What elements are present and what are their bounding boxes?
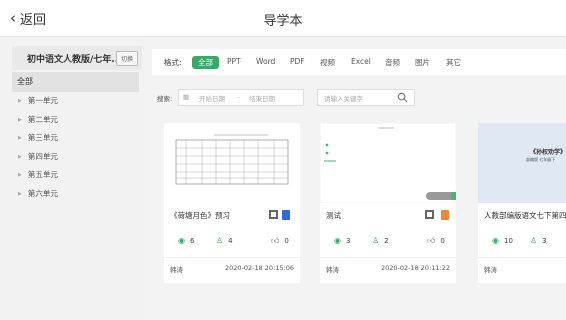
tree-item-unit[interactable]: ▶ 第二单元	[12, 111, 139, 130]
unit-label: 第一单元	[27, 96, 58, 105]
card-date: 2020-02-18 20:11:22	[380, 264, 450, 272]
card-divider	[164, 257, 300, 258]
book-selector: 初中语文人教版/七年... 切换	[12, 46, 142, 70]
unit-label: 第四单元	[27, 151, 58, 161]
keyword-placeholder: 请输入关键字	[324, 95, 363, 103]
tree-item-unit[interactable]: ▶ 第五单元	[12, 166, 139, 185]
resource-card[interactable]: 《荷塘月色》预习 ◉ 6 ♙ 4 👍︎ 0 韩涛 2020-02-18 20:15:0…	[164, 123, 300, 283]
card-divider	[478, 257, 566, 258]
search-icon[interactable]	[397, 92, 408, 103]
qr-code-icon[interactable]	[269, 210, 278, 219]
top-bar: ‹ 返回 导学本	[0, 0, 566, 37]
card-title: 人教部编版语文七下第四...	[484, 211, 566, 220]
user-icon: ♙	[216, 236, 224, 245]
date-separator: -	[237, 93, 240, 101]
tree-item-unit[interactable]: ▶ 第一单元	[12, 92, 139, 111]
search-bar: 搜索: ▦ 开始日期 - 结束日期 请输入关键字	[152, 88, 566, 108]
unit-label: 第六单元	[27, 188, 58, 198]
ppt-icon	[441, 210, 449, 220]
unit-tree: 全部 ▶ 第一单元 ▶ 第二单元 ▶ 第三单元 ▶ 第四单元 ▶ 第五单元 ▶ 第六单元	[12, 72, 139, 203]
tree-item-unit[interactable]: ▶ 第六单元	[12, 185, 139, 204]
card-thumbnail	[164, 123, 300, 203]
views-stat: ◉ 6	[178, 236, 194, 245]
user-icon: ♙	[372, 236, 380, 245]
caret-right-icon: ▶	[18, 172, 22, 178]
qr-code-icon[interactable]	[425, 210, 434, 219]
tree-item-unit[interactable]: ▶ 第四单元	[12, 148, 139, 167]
caret-right-icon: ▶	[18, 153, 22, 160]
eye-icon: ◉	[178, 236, 185, 245]
people-stat: ♙ 3	[530, 236, 547, 245]
word-icon	[282, 210, 290, 220]
people-stat: ♙ 2	[372, 236, 389, 245]
card-stats: ◉ 10 ♙ 3	[478, 236, 566, 250]
people-count: 2	[384, 236, 389, 245]
date-range-picker[interactable]: ▦ 开始日期 - 结束日期	[178, 89, 304, 106]
format-pdf[interactable]: PDF	[290, 57, 305, 66]
views-count: 6	[189, 236, 195, 245]
tree-item-unit[interactable]: ▶ 第三单元	[12, 129, 139, 148]
format-word[interactable]: Word	[256, 57, 275, 66]
format-video[interactable]: 视频	[320, 57, 335, 68]
user-icon: ♙	[530, 236, 538, 245]
tree-item-all[interactable]: 全部	[12, 72, 139, 92]
format-ppt[interactable]: PPT	[227, 57, 241, 66]
card-divider	[320, 257, 456, 258]
switch-book-button[interactable]: 切换	[115, 51, 138, 66]
unit-label: 第二单元	[27, 114, 58, 124]
card-stats: ◉ 3 ♙ 2 👍︎ 0	[320, 236, 456, 250]
format-excel[interactable]: Excel	[351, 57, 371, 66]
page-title: 导学本	[263, 14, 303, 29]
keyword-search-input[interactable]: 请输入关键字	[317, 89, 415, 106]
card-date: 2020-02-18 20:15:06	[224, 264, 294, 272]
calendar-icon: ▦	[183, 93, 190, 101]
resource-card[interactable]: 《孙权劝学》 部编版 七年级下 人教部编版语文七下第四... ◉ 10 ♙ 3 韩涛	[478, 123, 566, 283]
card-stats: ◉ 6 ♙ 4 👍︎ 0	[164, 236, 300, 250]
format-label: 格式:	[164, 58, 182, 67]
views-stat: ◉ 10	[492, 236, 513, 245]
likes-stat[interactable]: 👍︎ 0	[271, 236, 289, 246]
views-count: 3	[345, 236, 351, 245]
caret-right-icon: ▶	[18, 98, 22, 104]
likes-stat[interactable]: 👍︎ 0	[427, 236, 445, 246]
views-count: 10	[503, 236, 513, 245]
format-filter-bar: 格式: 全部 PPT Word PDF 视频 Excel 音频 图片 其它	[152, 49, 566, 75]
book-title: 初中语文人教版/七年...	[27, 55, 122, 65]
unit-label: 第五单元	[27, 170, 58, 179]
likes-count: 0	[440, 237, 445, 245]
thumbs-up-icon[interactable]: 👍︎	[271, 236, 279, 246]
people-stat: ♙ 4	[216, 236, 233, 245]
card-title: 《荷塘月色》预习	[170, 211, 230, 220]
card-author: 韩涛	[484, 266, 497, 274]
card-thumbnail	[319, 122, 457, 204]
search-label: 搜索:	[157, 95, 173, 103]
card-author: 韩涛	[326, 266, 339, 274]
people-count: 4	[228, 236, 233, 245]
thumbs-up-icon[interactable]: 👍︎	[427, 236, 435, 246]
views-stat: ◉ 3	[334, 236, 350, 245]
eye-icon: ◉	[492, 236, 499, 245]
likes-count: 0	[284, 237, 289, 245]
card-author: 韩涛	[170, 266, 183, 274]
format-all[interactable]: 全部	[192, 56, 219, 69]
resource-card[interactable]: 测试 ◉ 3 ♙ 2 👍︎ 0 韩涛 2020-02-18 20:11:22	[319, 122, 457, 283]
unit-label: 第三单元	[27, 133, 58, 142]
format-audio[interactable]: 音频	[385, 57, 400, 68]
format-other[interactable]: 其它	[446, 57, 461, 68]
thumbnail-title: 《孙权劝学》	[530, 149, 566, 156]
format-image[interactable]: 图片	[415, 57, 430, 68]
caret-right-icon: ▶	[18, 135, 22, 141]
start-date-field[interactable]: 开始日期	[199, 93, 225, 103]
card-title: 测试	[326, 211, 341, 220]
caret-right-icon: ▶	[18, 116, 22, 123]
end-date-field[interactable]: 结束日期	[249, 93, 275, 103]
eye-icon: ◉	[334, 236, 341, 245]
caret-right-icon: ▶	[18, 190, 22, 197]
thumbnail-subtitle: 部编版 七年级下	[526, 157, 556, 162]
people-count: 3	[542, 236, 547, 245]
card-thumbnail: 《孙权劝学》 部编版 七年级下	[478, 123, 566, 203]
